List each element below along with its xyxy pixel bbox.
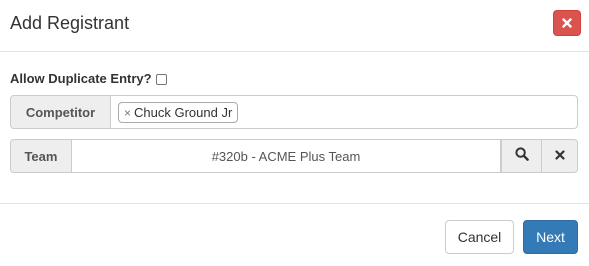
team-input-group: Team #320b - ACME Plus Team xyxy=(10,139,578,173)
competitor-tag: × Chuck Ground Jr xyxy=(118,102,239,123)
modal-header: Add Registrant xyxy=(0,0,589,52)
competitor-label: Competitor xyxy=(10,95,111,129)
close-x-icon xyxy=(562,18,572,28)
clear-x-icon xyxy=(554,147,565,165)
search-icon xyxy=(514,146,529,166)
team-search-button[interactable] xyxy=(501,139,543,173)
close-button[interactable] xyxy=(553,10,581,36)
modal-title: Add Registrant xyxy=(10,13,130,33)
allow-duplicate-checkbox[interactable] xyxy=(155,73,167,85)
tag-remove-icon[interactable]: × xyxy=(124,107,131,119)
team-label: Team xyxy=(10,139,72,173)
competitor-input-group: Competitor × Chuck Ground Jr xyxy=(10,95,578,129)
allow-duplicate-row: Allow Duplicate Entry? xyxy=(10,71,167,87)
team-field[interactable]: #320b - ACME Plus Team xyxy=(71,139,502,173)
add-registrant-modal: Add Registrant Allow Duplicate Entry? Co… xyxy=(0,0,589,266)
modal-footer: Cancel Next xyxy=(0,203,589,266)
competitor-tag-text: Chuck Ground Jr xyxy=(134,105,233,120)
competitor-tag-input[interactable]: × Chuck Ground Jr xyxy=(111,95,578,129)
next-button[interactable]: Next xyxy=(523,220,578,254)
cancel-button[interactable]: Cancel xyxy=(445,220,514,254)
team-clear-button[interactable] xyxy=(542,139,578,173)
allow-duplicate-label: Allow Duplicate Entry? xyxy=(10,71,152,86)
